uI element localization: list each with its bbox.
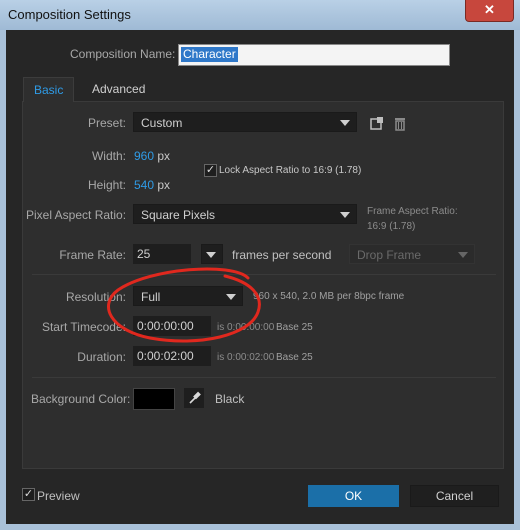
start-timecode-value: 0:00:00:00 [137,319,194,333]
section-divider [32,274,496,275]
chevron-down-icon [226,294,236,300]
new-preset-button[interactable] [367,113,387,133]
cancel-button[interactable]: Cancel [410,485,499,507]
duration-value: 0:00:02:00 [137,349,194,363]
window-frame-bottom [0,524,520,530]
width-field[interactable]: 960 px [134,149,170,163]
resolution-info: 960 x 540, 2.0 MB per 8bpc frame [253,291,405,302]
height-unit: px [157,178,171,192]
duration-input[interactable]: 0:00:02:00 [133,346,211,366]
new-preset-icon [370,117,383,130]
checkmark-icon: ✓ [205,164,216,176]
preview-checkbox[interactable]: ✓ [22,488,35,501]
eyedropper-icon [189,391,201,404]
resolution-dropdown[interactable]: Full [133,286,243,306]
composition-name-value: Character [181,47,238,62]
drop-frame-value: Drop Frame [357,248,422,262]
drop-frame-dropdown[interactable]: Drop Frame [349,244,475,264]
composition-name-label: Composition Name: [70,47,176,61]
window-frame-right [514,30,520,530]
close-button[interactable]: ✕ [465,0,514,22]
tab-advanced[interactable]: Advanced [82,77,155,101]
resolution-label: Resolution: [65,290,126,304]
frame-rate-input[interactable]: 25 [133,244,191,264]
frame-rate-value: 25 [137,247,151,261]
start-timecode-info: is 0:00:00:00 [217,322,275,333]
ok-button[interactable]: OK [308,485,399,507]
composition-name-input[interactable]: Character [178,44,450,66]
start-timecode-label: Start Timecode: [41,320,126,334]
chevron-down-icon [340,212,350,218]
duration-label: Duration: [77,350,126,364]
preset-value: Custom [141,116,183,130]
chevron-down-icon [340,120,350,126]
delete-preset-button[interactable] [390,113,410,133]
background-color-name: Black [215,392,245,406]
start-timecode-input[interactable]: 0:00:00:00 [133,316,211,336]
background-color-label: Background Color: [31,392,131,406]
height-label: Height: [87,178,126,192]
eyedropper-button[interactable] [184,388,204,408]
window-title: Composition Settings [8,7,131,22]
width-value: 960 [134,149,155,163]
preset-dropdown[interactable]: Custom [133,112,357,132]
duration-base: Base 25 [276,352,313,363]
pixel-aspect-value: Square Pixels [141,208,216,222]
width-unit: px [157,149,171,163]
chevron-down-icon [206,252,216,258]
duration-info: is 0:00:02:00 [217,352,275,363]
pixel-aspect-dropdown[interactable]: Square Pixels [133,204,357,224]
frame-rate-unit: frames per second [232,248,332,262]
close-icon: ✕ [484,2,495,17]
start-timecode-base: Base 25 [276,322,313,333]
trash-icon [395,118,405,131]
checkmark-icon: ✓ [23,488,34,500]
preset-label: Preset: [87,116,126,130]
height-field[interactable]: 540 px [134,178,170,192]
width-label: Width: [91,149,126,163]
frame-rate-label: Frame Rate: [59,248,126,262]
preview-label: Preview [37,489,80,503]
lock-aspect-checkbox[interactable]: ✓ [204,164,217,177]
height-value: 540 [134,178,155,192]
background-color-swatch[interactable] [133,388,175,410]
tab-basic[interactable]: Basic [23,77,75,102]
frame-rate-dropdown[interactable] [201,244,223,264]
pixel-aspect-label: Pixel Aspect Ratio: [26,208,127,222]
frame-aspect-value: 16:9 (1.78) [367,221,416,232]
lock-aspect-label: Lock Aspect Ratio to 16:9 (1.78) [219,165,362,176]
section-divider [32,377,496,378]
resolution-value: Full [141,290,161,304]
chevron-down-icon [458,252,468,258]
frame-aspect-label: Frame Aspect Ratio: [367,206,458,217]
